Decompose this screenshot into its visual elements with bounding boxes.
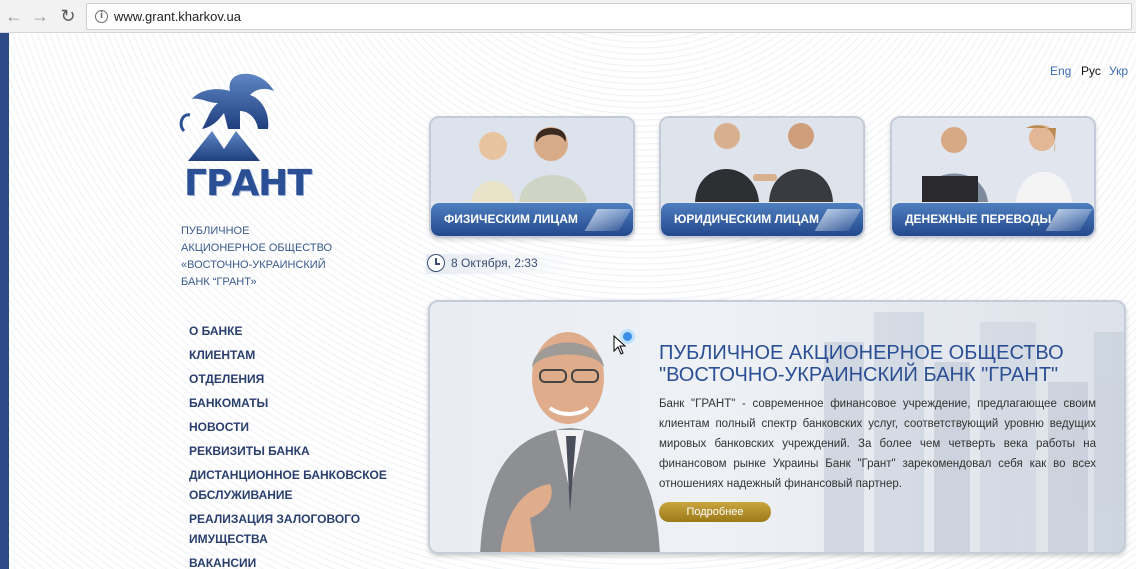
menu-item-vacancies[interactable]: ВАКАНСИИ	[189, 553, 409, 569]
tile-text: ФИЗИЧЕСКИМ ЛИЦАМ	[444, 212, 578, 226]
menu-item-collateral[interactable]: РЕАЛИЗАЦИЯ ЗАЛОГОВОГО	[189, 509, 409, 529]
calculator-icon	[584, 209, 632, 231]
language-eng-link[interactable]: Eng	[1050, 64, 1071, 78]
family-photo	[431, 118, 633, 202]
forward-arrow-icon[interactable]: →	[30, 6, 50, 26]
menu-item-about[interactable]: О БАНКЕ	[189, 321, 409, 341]
tile-transfers[interactable]: ДЕНЕЖНЫЕ ПЕРЕВОДЫ	[890, 116, 1096, 238]
bank-name-line: «ВОСТОЧНО-УКРАИНСКИЙ	[181, 259, 326, 271]
menu-item-collateral-cont[interactable]: ИМУЩЕСТВА	[189, 529, 409, 549]
language-rus-link[interactable]: Рус	[1081, 64, 1101, 78]
more-button[interactable]: Подробнее	[659, 502, 771, 522]
bank-name-line: БАНК “ГРАНТ»	[181, 276, 257, 288]
tile-individuals[interactable]: ФИЗИЧЕСКИМ ЛИЦАМ	[429, 116, 635, 238]
left-accent-strip	[0, 33, 9, 569]
menu-item-remote-banking[interactable]: ДИСТАНЦИОННОЕ БАНКОВСКОЕ	[189, 465, 409, 485]
reload-icon[interactable]: ↻	[58, 6, 78, 26]
logo-text[interactable]: ГРАНТ	[184, 163, 312, 204]
promo-description: Банк "ГРАНТ" - современное финансовое уч…	[659, 398, 1096, 490]
promo-banner: ПУБЛИЧНОЕ АКЦИОНЕРНОЕ ОБЩЕСТВО "ВОСТОЧНО…	[428, 300, 1126, 554]
url-text[interactable]: www.grant.kharkov.ua	[114, 9, 241, 24]
tile-text: ЮРИДИЧЕСКИМ ЛИЦАМ	[674, 212, 820, 226]
mouse-cursor-icon	[613, 335, 627, 355]
bank-full-name: ПУБЛИЧНОЕ АКЦИОНЕРНОЕ ОБЩЕСТВО «ВОСТОЧНО…	[181, 223, 381, 291]
page-content: Eng Рус Укр ГРАНТ ПУБЛИЧНОЕ АКЦИОНЕРНОЕ …	[0, 33, 1136, 569]
address-bar[interactable]: i www.grant.kharkov.ua	[86, 3, 1132, 30]
tile-label-transfers[interactable]: ДЕНЕЖНЫЕ ПЕРЕВОДЫ	[892, 203, 1094, 236]
promo-title: ПУБЛИЧНОЕ АКЦИОНЕРНОЕ ОБЩЕСТВО "ВОСТОЧНО…	[659, 342, 1109, 386]
menu-item-clients[interactable]: КЛИЕНТАМ	[189, 345, 409, 365]
menu-item-atms[interactable]: БАНКОМАТЫ	[189, 393, 409, 413]
tile-label-legal[interactable]: ЮРИДИЧЕСКИМ ЛИЦАМ	[661, 203, 863, 236]
language-ukr-link[interactable]: Укр	[1109, 64, 1128, 78]
tile-legal[interactable]: ЮРИДИЧЕСКИМ ЛИЦАМ	[659, 116, 865, 238]
browser-toolbar: ← → ↻ i www.grant.kharkov.ua	[0, 0, 1136, 33]
tile-text: ДЕНЕЖНЫЕ ПЕРЕВОДЫ	[905, 212, 1052, 226]
envelope-icon	[1045, 209, 1093, 231]
menu-item-requisites[interactable]: РЕКВИЗИТЫ БАНКА	[189, 441, 409, 461]
back-arrow-icon[interactable]: ←	[4, 6, 24, 26]
money-transfer-photo	[892, 118, 1094, 202]
clock-icon	[427, 254, 445, 272]
chart-icon	[814, 209, 862, 231]
bank-name-line: АКЦИОНЕРНОЕ ОБЩЕСТВО	[181, 242, 333, 254]
current-date: 8 Октября, 2:33	[451, 256, 538, 270]
menu-item-branches[interactable]: ОТДЕЛЕНИЯ	[189, 369, 409, 389]
promo-title-line: "ВОСТОЧНО-УКРАИНСКИЙ БАНК "ГРАНТ"	[659, 364, 1059, 386]
menu-item-remote-banking-cont[interactable]: ОБСЛУЖИВАНИЕ	[189, 485, 409, 505]
main-menu: О БАНКЕ КЛИЕНТАМ ОТДЕЛЕНИЯ БАНКОМАТЫ НОВ…	[189, 321, 409, 569]
businessman-photo	[480, 332, 660, 552]
tile-label-individuals[interactable]: ФИЗИЧЕСКИМ ЛИЦАМ	[431, 203, 633, 236]
business-handshake-photo	[661, 118, 863, 202]
bank-name-line: ПУБЛИЧНОЕ	[181, 225, 250, 237]
promo-title-line: ПУБЛИЧНОЕ АКЦИОНЕРНОЕ ОБЩЕСТВО	[659, 342, 1064, 364]
menu-item-news[interactable]: НОВОСТИ	[189, 417, 409, 437]
info-icon[interactable]: i	[95, 10, 108, 23]
